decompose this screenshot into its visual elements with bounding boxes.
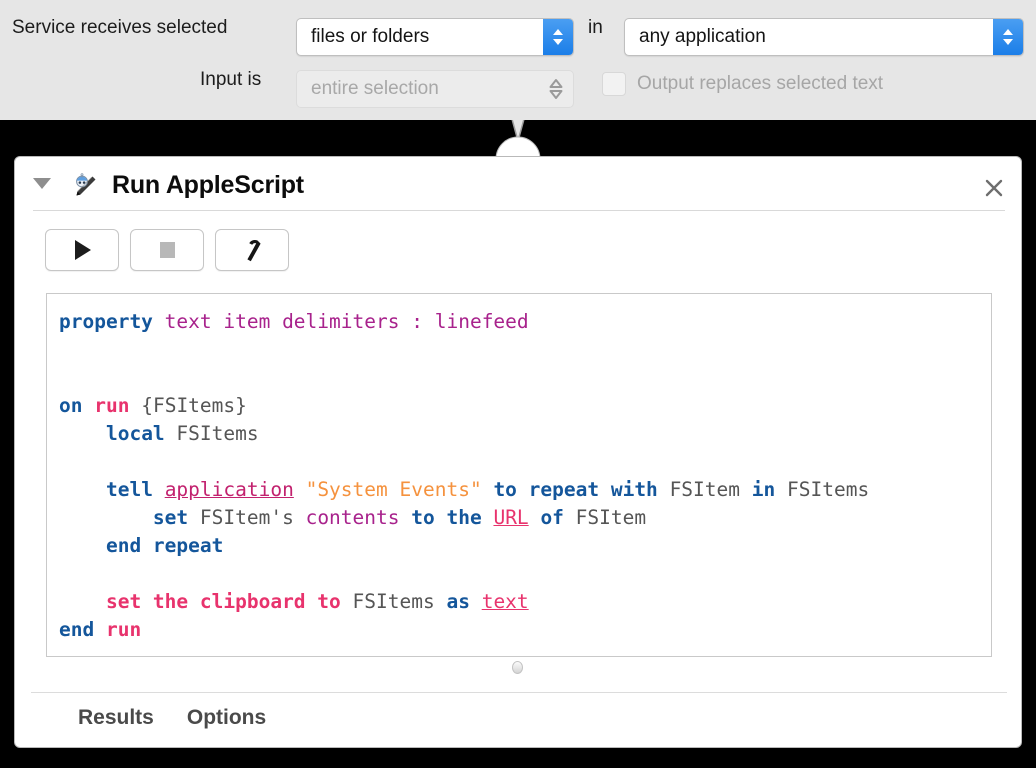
input-type-popup[interactable]: files or folders bbox=[296, 18, 574, 56]
applescript-robot-icon bbox=[71, 173, 99, 201]
run-script-button[interactable] bbox=[45, 229, 119, 271]
output-replaces-label: Output replaces selected text bbox=[637, 73, 884, 94]
applescript-source[interactable]: property text item delimiters : linefeed… bbox=[47, 294, 991, 644]
output-replaces-checkbox[interactable] bbox=[602, 72, 626, 96]
action-title: Run AppleScript bbox=[112, 171, 304, 199]
output-replaces-row: Output replaces selected text bbox=[602, 72, 883, 96]
stop-script-button[interactable] bbox=[130, 229, 204, 271]
applescript-editor[interactable]: property text item delimiters : linefeed… bbox=[46, 293, 992, 657]
triangle-down-icon[interactable] bbox=[33, 178, 51, 189]
application-scope-value: any application bbox=[639, 26, 766, 47]
input-is-popup[interactable]: entire selection bbox=[296, 70, 574, 108]
automator-service-window: Service receives selected files or folde… bbox=[0, 0, 1036, 768]
stepper-up-down-icon[interactable] bbox=[993, 19, 1023, 55]
in-label: in bbox=[588, 17, 603, 38]
resize-grip-icon[interactable] bbox=[512, 661, 523, 674]
service-config-bar: Service receives selected files or folde… bbox=[0, 0, 1036, 120]
bottom-divider bbox=[31, 692, 1007, 693]
service-receives-label: Service receives selected bbox=[12, 17, 228, 38]
input-type-value: files or folders bbox=[311, 26, 430, 47]
stepper-up-down-icon bbox=[539, 71, 573, 107]
tab-options[interactable]: Options bbox=[187, 706, 266, 730]
close-icon[interactable] bbox=[983, 177, 1005, 199]
input-is-label: Input is bbox=[200, 69, 262, 90]
input-is-value: entire selection bbox=[311, 78, 439, 99]
application-scope-popup[interactable]: any application bbox=[624, 18, 1024, 56]
stepper-up-down-icon[interactable] bbox=[543, 19, 573, 55]
run-applescript-action-panel: Run AppleScript property text item delim… bbox=[14, 156, 1022, 748]
header-divider bbox=[33, 210, 1005, 211]
compile-script-button[interactable] bbox=[215, 229, 289, 271]
script-toolbar bbox=[45, 229, 289, 271]
action-bottom-tabs: Results Options bbox=[78, 706, 266, 730]
tab-results[interactable]: Results bbox=[78, 706, 154, 730]
action-header: Run AppleScript bbox=[15, 157, 1021, 213]
